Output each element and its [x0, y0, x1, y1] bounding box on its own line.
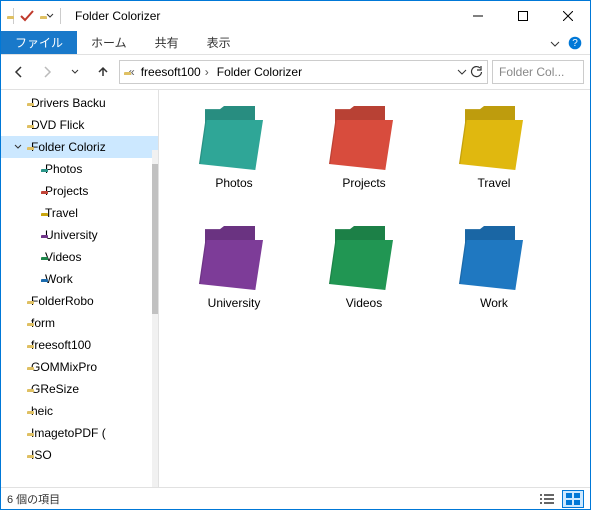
tree-item[interactable]: Projects: [1, 180, 158, 202]
up-button[interactable]: [91, 60, 115, 84]
history-dropdown-icon[interactable]: [63, 60, 87, 84]
ribbon-tab-home[interactable]: ホーム: [77, 31, 141, 54]
tree-item[interactable]: ISO: [1, 444, 158, 466]
folder-item-label: Work: [480, 296, 508, 310]
tree-item-label: ImagetoPDF (: [31, 426, 106, 440]
folder-icon: [459, 226, 529, 290]
details-view-button[interactable]: [536, 490, 558, 508]
folder-item-label: Videos: [346, 296, 382, 310]
folder-item[interactable]: Photos: [169, 100, 299, 220]
tree-item-label: form: [31, 316, 55, 330]
titlebar: Folder Colorizer: [1, 1, 590, 31]
folder-icon: [329, 226, 399, 290]
tree-item-label: Travel: [45, 206, 78, 220]
close-button[interactable]: [545, 1, 590, 31]
quick-access-check-icon[interactable]: [20, 9, 34, 23]
tree-item-label: freesoft100: [31, 338, 91, 352]
folder-icon: [329, 106, 399, 170]
tree-item-label: GOMMixPro: [31, 360, 97, 374]
tree-item[interactable]: freesoft100: [1, 334, 158, 356]
folder-icon: [199, 226, 269, 290]
folder-item[interactable]: University: [169, 220, 299, 340]
quick-access-dropdown-icon[interactable]: [46, 12, 54, 20]
tree-item[interactable]: GOMMixPro: [1, 356, 158, 378]
tree-item[interactable]: heic: [1, 400, 158, 422]
breadcrumb[interactable]: Folder Colorizer: [215, 65, 304, 79]
tree-item[interactable]: form: [1, 312, 158, 334]
tree-item[interactable]: DVD Flick: [1, 114, 158, 136]
folder-icon: [459, 106, 529, 170]
ribbon-tab-view[interactable]: 表示: [193, 31, 245, 54]
folder-item[interactable]: Work: [429, 220, 559, 340]
ribbon-tab-share[interactable]: 共有: [141, 31, 193, 54]
folder-item-label: Travel: [478, 176, 511, 190]
ribbon-file-tab[interactable]: ファイル: [1, 31, 77, 54]
tree-item-label: Work: [45, 272, 73, 286]
nav-tree: Drivers Backu DVD Flick Folder Coloriz Phot…: [1, 90, 159, 487]
folder-icon: [199, 106, 269, 170]
folder-item[interactable]: Videos: [299, 220, 429, 340]
minimize-button[interactable]: [455, 1, 500, 31]
svg-text:?: ?: [572, 38, 578, 49]
tree-item-label: University: [45, 228, 98, 242]
folder-item-label: Projects: [342, 176, 385, 190]
window-title: Folder Colorizer: [67, 9, 455, 23]
chevron-right-icon: ›: [205, 65, 209, 79]
help-icon[interactable]: ?: [568, 36, 582, 50]
maximize-button[interactable]: [500, 1, 545, 31]
folder-item[interactable]: Travel: [429, 100, 559, 220]
tree-item-label: heic: [31, 404, 53, 418]
address-dropdown-icon[interactable]: [457, 67, 467, 77]
navigation-row: « freesoft100 › Folder Colorizer Folder …: [1, 55, 590, 89]
tree-item-label: Photos: [45, 162, 82, 176]
tree-item[interactable]: Photos: [1, 158, 158, 180]
breadcrumb-label: Folder Colorizer: [217, 65, 302, 79]
tree-item[interactable]: University: [1, 224, 158, 246]
tree-item[interactable]: ImagetoPDF (: [1, 422, 158, 444]
tree-item-label: Projects: [45, 184, 88, 198]
breadcrumb-label: freesoft100: [141, 65, 201, 79]
chevron-down-icon[interactable]: [13, 143, 23, 151]
titlebar-separator: [60, 8, 61, 24]
folder-item[interactable]: Projects: [299, 100, 429, 220]
tree-item-label: GReSize: [31, 382, 79, 396]
status-bar: 6 個の項目: [1, 487, 590, 509]
back-button[interactable]: [7, 60, 31, 84]
address-bar[interactable]: « freesoft100 › Folder Colorizer: [119, 60, 488, 84]
tree-item-label: Videos: [45, 250, 81, 264]
refresh-button[interactable]: [469, 65, 483, 79]
ribbon: ファイル ホーム 共有 表示 ?: [1, 31, 590, 55]
large-icons-view-button[interactable]: [562, 490, 584, 508]
tree-item[interactable]: GReSize: [1, 378, 158, 400]
content-area: Photos Projects Travel University Videos Work: [159, 90, 590, 487]
tree-item-label: Drivers Backu: [31, 96, 106, 110]
tree-item[interactable]: Work: [1, 268, 158, 290]
tree-item[interactable]: Travel: [1, 202, 158, 224]
tree-item-label: DVD Flick: [31, 118, 84, 132]
folder-item-label: University: [208, 296, 261, 310]
tree-item-label: Folder Coloriz: [31, 140, 106, 154]
tree-item[interactable]: Videos: [1, 246, 158, 268]
folder-item-label: Photos: [215, 176, 252, 190]
tree-item-label: ISO: [31, 448, 52, 462]
tree-item-label: FolderRobo: [31, 294, 94, 308]
forward-button[interactable]: [35, 60, 59, 84]
breadcrumb[interactable]: freesoft100 ›: [139, 65, 211, 79]
scrollbar-thumb[interactable]: [152, 164, 158, 314]
search-input[interactable]: Folder Col...: [492, 60, 584, 84]
tree-item[interactable]: Drivers Backu: [1, 92, 158, 114]
tree-item[interactable]: Folder Coloriz: [1, 136, 158, 158]
ribbon-expand-icon[interactable]: [550, 38, 560, 48]
tree-item[interactable]: FolderRobo: [1, 290, 158, 312]
status-text: 6 個の項目: [7, 491, 60, 507]
